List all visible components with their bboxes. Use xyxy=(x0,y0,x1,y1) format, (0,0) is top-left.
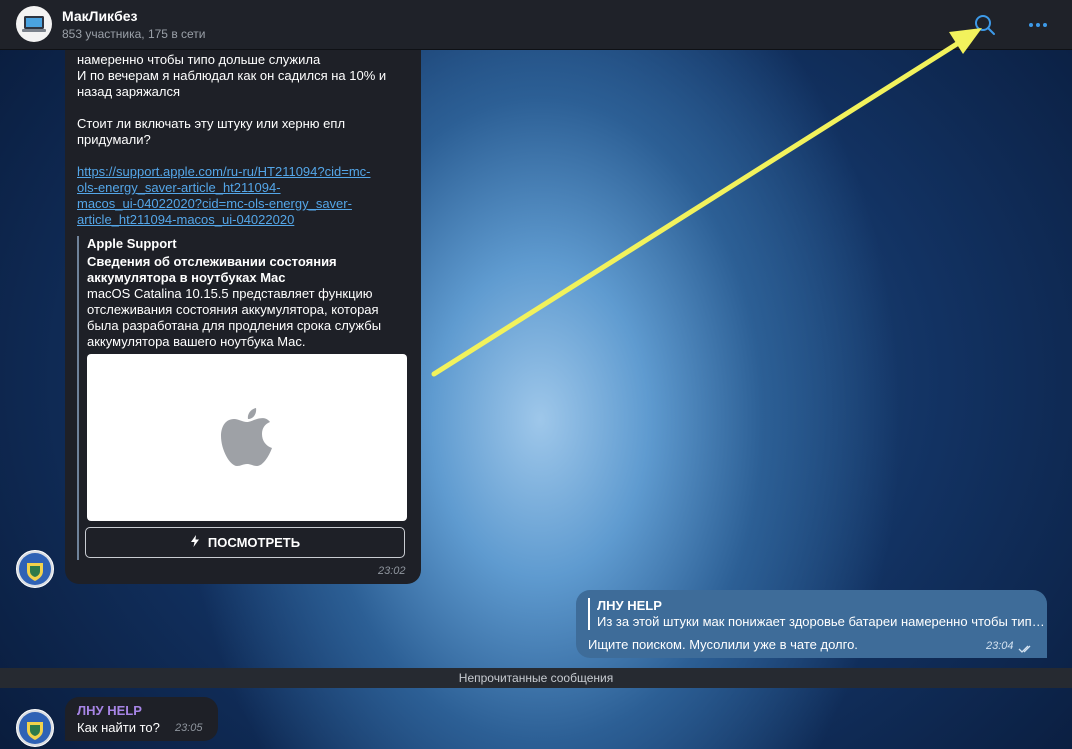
message-text-line: назад заряжался xyxy=(77,84,181,99)
message-time: 23:04 xyxy=(986,640,1014,652)
unread-messages-separator: Непрочитанные сообщения xyxy=(0,668,1072,688)
support-link-line[interactable]: article_ht211094-macos_ui-04022020 xyxy=(77,212,294,227)
chat-header: МакЛикбез 853 участника, 175 в сети xyxy=(0,0,1072,50)
chat-member-count: 853 участника, 175 в сети xyxy=(62,27,206,41)
lightning-icon xyxy=(190,535,200,550)
support-link-line[interactable]: macos_ui-04022020?cid=mc-ols-energy_save… xyxy=(77,196,352,211)
message-text-line: придумали? xyxy=(77,132,151,147)
view-button[interactable]: ПОСМОТРЕТЬ xyxy=(85,527,405,558)
double-check-icon xyxy=(1018,641,1034,659)
message-text: Ищите поиском. Мусолили уже в чате долго… xyxy=(588,637,858,652)
apple-logo-icon xyxy=(221,408,272,466)
incoming-message-bubble: намеренно чтобы типо дольше служила И по… xyxy=(65,30,421,584)
support-link[interactable]: https://support.apple.com/ru-ru/HT211094… xyxy=(77,164,412,228)
message-time: 23:05 xyxy=(175,722,203,734)
more-dots-icon[interactable] xyxy=(1026,13,1050,37)
reply-quoted-text: Из за этой штуки мак понижает здоровье б… xyxy=(597,614,1045,629)
preview-image[interactable] xyxy=(87,354,407,521)
sender-name[interactable]: ЛНУ HELP xyxy=(77,703,142,718)
search-icon[interactable] xyxy=(973,13,997,37)
message-text-line: намеренно чтобы типо дольше служила xyxy=(77,52,321,67)
message-text: Как найти то? xyxy=(77,720,160,735)
message-text-line: И по вечерам я наблюдал как он садился н… xyxy=(77,68,387,83)
chat-avatar[interactable] xyxy=(16,6,52,42)
preview-title: Сведения об отслеживании состояния аккум… xyxy=(87,254,337,285)
support-link-line[interactable]: https://support.apple.com/ru-ru/HT211094… xyxy=(77,164,370,179)
reply-sender-name: ЛНУ HELP xyxy=(597,598,662,613)
reply-quote[interactable]: ЛНУ HELP Из за этой штуки мак понижает з… xyxy=(588,598,1045,630)
link-preview[interactable]: Apple Support Сведения об отслеживании с… xyxy=(77,236,409,560)
message-text-line: Стоит ли включать эту штуку или херню еп… xyxy=(77,116,346,131)
preview-description: macOS Catalina 10.15.5 представляет функ… xyxy=(87,286,382,349)
view-button-label: ПОСМОТРЕТЬ xyxy=(207,535,301,550)
outgoing-message-bubble: ЛНУ HELP Из за этой штуки мак понижает з… xyxy=(576,590,1047,658)
sender-avatar[interactable] xyxy=(16,550,54,588)
message-time: 23:02 xyxy=(378,565,406,577)
incoming-message-bubble: ЛНУ HELP Как найти то? 23:05 xyxy=(65,697,218,741)
support-link-line[interactable]: ols-energy_saver-article_ht211094- xyxy=(77,180,281,195)
chat-title[interactable]: МакЛикбез xyxy=(62,8,137,24)
preview-site-name: Apple Support xyxy=(87,236,177,251)
sender-avatar[interactable] xyxy=(16,709,54,747)
